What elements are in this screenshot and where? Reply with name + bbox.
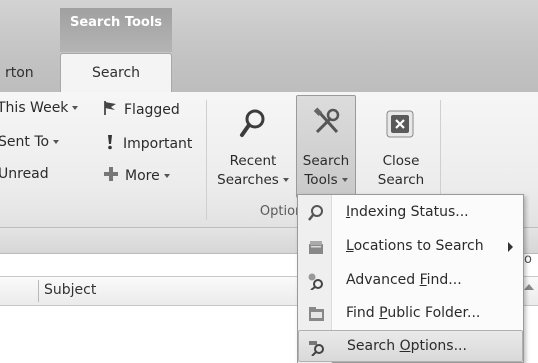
indexing-status-icon bbox=[308, 205, 323, 221]
column-divider[interactable] bbox=[38, 280, 39, 302]
close-search-button[interactable]: Close Search bbox=[364, 95, 438, 199]
chevron-down-icon bbox=[163, 174, 170, 178]
flag-icon bbox=[104, 101, 116, 115]
close-icon bbox=[386, 110, 414, 138]
unread-button[interactable]: Unread bbox=[0, 166, 49, 182]
menu-item-label: Search Options... bbox=[347, 338, 467, 354]
menu-item-locations-to-search[interactable]: Locations to Search bbox=[298, 231, 523, 263]
menu-item-label: Locations to Search bbox=[346, 238, 484, 254]
recent-searches-label-2: Searches bbox=[217, 172, 279, 188]
close-search-label-1: Close bbox=[382, 153, 420, 169]
recent-searches-label-1: Recent bbox=[229, 153, 277, 169]
advanced-find-icon bbox=[308, 273, 323, 290]
important-label: Important bbox=[123, 136, 193, 152]
recent-searches-button[interactable]: Recent Searches bbox=[212, 95, 294, 199]
flagged-button[interactable]: Flagged bbox=[102, 100, 180, 118]
subject-column-header[interactable]: Subject bbox=[44, 282, 96, 298]
more-button[interactable]: More bbox=[103, 166, 170, 184]
ribbon-divider bbox=[206, 100, 207, 220]
chevron-down-icon bbox=[341, 178, 348, 182]
menu-item-indexing-status[interactable]: Indexing Status... bbox=[298, 197, 523, 229]
plus-icon bbox=[104, 167, 118, 181]
importance-icon bbox=[108, 135, 112, 150]
search-tools-label-2: Tools bbox=[304, 172, 338, 188]
chevron-down-icon bbox=[282, 178, 289, 182]
chevron-down-icon bbox=[53, 140, 60, 144]
tab-search[interactable]: Search bbox=[60, 53, 172, 93]
unread-label: Unread bbox=[0, 166, 49, 182]
more-label: More bbox=[125, 168, 160, 184]
close-search-label-2: Search bbox=[377, 172, 425, 188]
menu-item-advanced-find[interactable]: Advanced Find... bbox=[298, 265, 523, 297]
search-tools-label-1: Search bbox=[302, 153, 350, 169]
menu-item-label: Indexing Status... bbox=[346, 204, 469, 220]
sent-to-button[interactable]: Sent To bbox=[0, 134, 60, 150]
search-tools-icon bbox=[313, 107, 340, 134]
menu-item-label: Advanced Find... bbox=[346, 272, 462, 288]
this-week-label: This Week bbox=[0, 100, 69, 116]
recent-searches-icon bbox=[240, 109, 265, 137]
find-public-folder-icon bbox=[309, 307, 324, 321]
tab-partial[interactable]: rton bbox=[5, 65, 34, 81]
search-options-icon bbox=[309, 341, 324, 356]
chevron-down-icon bbox=[72, 106, 79, 110]
this-week-button[interactable]: This Week bbox=[0, 100, 79, 116]
menu-item-search-options[interactable]: Search Options... bbox=[298, 330, 523, 362]
sort-arrow-icon[interactable] bbox=[524, 284, 534, 290]
search-icon-partial[interactable]: o bbox=[524, 252, 538, 274]
flagged-label: Flagged bbox=[124, 102, 180, 118]
important-button[interactable]: Important bbox=[105, 134, 192, 152]
submenu-arrow-icon bbox=[508, 242, 513, 252]
menu-item-find-public-folder[interactable]: Find Public Folder... bbox=[298, 298, 523, 330]
contextual-tab-group-label: Search Tools bbox=[69, 15, 163, 30]
locations-to-search-icon bbox=[309, 241, 323, 254]
menu-item-label: Find Public Folder... bbox=[346, 305, 481, 321]
sent-to-label: Sent To bbox=[0, 134, 50, 150]
search-tools-button[interactable]: Search Tools bbox=[296, 95, 356, 198]
